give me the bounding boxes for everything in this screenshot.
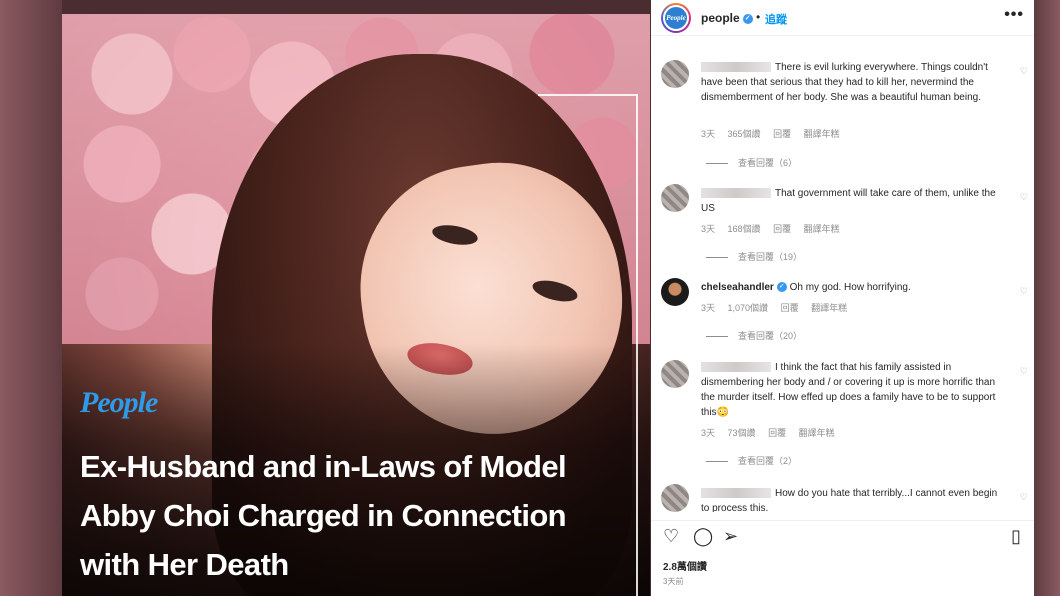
verified-badge-icon: ✓ <box>742 13 753 24</box>
comment-time: 3天 <box>701 224 716 234</box>
post-headline: Ex-Husband and in-Laws of Model Abby Cho… <box>80 449 567 582</box>
comment-likes[interactable]: 73個讚 <box>728 428 756 438</box>
separator-dot: • <box>756 10 761 24</box>
translate-button[interactable]: 翻譯年糕 <box>799 428 835 438</box>
comment-likes[interactable]: 168個讚 <box>728 224 761 234</box>
comment-meta: 3天 365個讚 回覆 翻譯年糕 <box>701 127 850 140</box>
comment-meta: 3天 1,070個讚 回覆 翻譯年糕 <box>701 301 857 314</box>
likes-count[interactable]: 2.8萬個讚 <box>663 558 707 573</box>
share-icon[interactable]: ➢ <box>723 527 738 545</box>
comment-avatar[interactable] <box>661 484 689 512</box>
screen-frame: People Ex-Husband and in-Laws of Model A… <box>0 0 1060 596</box>
comments-list[interactable]: There is evil lurking everywhere. Things… <box>651 36 1034 512</box>
comment-text-block: That government will take care of them, … <box>701 186 1001 216</box>
comment-avatar[interactable] <box>661 278 689 306</box>
comment-like-heart-icon[interactable]: ♡ <box>1020 366 1028 377</box>
comment-avatar[interactable] <box>661 360 689 388</box>
username-text[interactable]: people <box>701 11 740 25</box>
view-replies-label[interactable]: 查看回覆（20） <box>738 331 802 341</box>
reply-button[interactable]: 回覆 <box>781 303 799 313</box>
blurred-username <box>701 488 771 499</box>
reply-button[interactable]: 回覆 <box>768 428 786 438</box>
comment-like-heart-icon[interactable]: ♡ <box>1020 192 1028 203</box>
comment-text-block: chelseahandler ✓ Oh my god. How horrifyin… <box>701 280 1001 295</box>
blurred-username <box>701 62 771 73</box>
comment-meta: 3天 168個讚 回覆 翻譯年糕 <box>701 222 850 235</box>
people-logo: People <box>80 386 158 419</box>
blurred-username <box>701 362 771 373</box>
comment-likes[interactable]: 365個讚 <box>728 129 761 139</box>
avatar-text: People <box>663 5 689 31</box>
view-replies-label[interactable]: 查看回覆（19） <box>738 252 802 262</box>
comment-username[interactable]: chelseahandler <box>701 282 774 293</box>
frame-line-right <box>636 94 638 596</box>
background-right <box>1034 0 1060 596</box>
view-replies-button[interactable]: 查看回覆（6） <box>706 156 797 169</box>
translate-button[interactable]: 翻譯年糕 <box>804 224 840 234</box>
comment-like-heart-icon[interactable]: ♡ <box>1020 286 1028 297</box>
follow-button[interactable]: 追蹤 <box>765 11 787 27</box>
comment-avatar[interactable] <box>661 184 689 212</box>
translate-button[interactable]: 翻譯年糕 <box>811 303 847 313</box>
comment-like-heart-icon[interactable]: ♡ <box>1020 492 1028 503</box>
background-left <box>0 0 62 596</box>
header-username[interactable]: people ✓ <box>701 11 753 25</box>
post-actions-bar: ♡ ◯ ➢ ▯ <box>651 520 1034 550</box>
translate-button[interactable]: 翻譯年糕 <box>804 129 840 139</box>
replies-line <box>706 257 728 259</box>
comment-likes[interactable]: 1,070個讚 <box>728 303 769 313</box>
replies-line <box>706 336 728 338</box>
posted-time: 3天前 <box>663 577 684 586</box>
heart-icon[interactable]: ♡ <box>663 527 679 545</box>
blurred-username <box>701 188 771 199</box>
instagram-post-panel: People people ✓ • 追蹤 ••• There is evil lu… <box>651 0 1034 596</box>
profile-avatar[interactable]: People <box>661 3 691 33</box>
view-replies-label[interactable]: 查看回覆（2） <box>738 456 797 466</box>
comment-avatar[interactable] <box>661 60 689 88</box>
bookmark-icon[interactable]: ▯ <box>1011 527 1021 545</box>
post-image[interactable]: People Ex-Husband and in-Laws of Model A… <box>62 14 650 596</box>
comment-text: Oh my god. How horrifying. <box>789 282 911 293</box>
view-replies-label[interactable]: 查看回覆（6） <box>738 158 797 168</box>
comment-text-block: There is evil lurking everywhere. Things… <box>701 60 1001 105</box>
view-replies-button[interactable]: 查看回覆（2） <box>706 454 797 467</box>
comment-meta: 3天 73個讚 回覆 翻譯年糕 <box>701 426 845 439</box>
comment-text-block: I think the fact that his family assiste… <box>701 360 1001 420</box>
comment-time: 3天 <box>701 129 716 139</box>
replies-line <box>706 461 728 463</box>
comment-icon[interactable]: ◯ <box>693 527 713 545</box>
comment-time: 3天 <box>701 428 716 438</box>
view-replies-button[interactable]: 查看回覆（20） <box>706 329 802 342</box>
post-header: People people ✓ • 追蹤 ••• <box>651 0 1034 36</box>
comment-like-heart-icon[interactable]: ♡ <box>1020 66 1028 77</box>
replies-line <box>706 163 728 165</box>
comment-time: 3天 <box>701 303 716 313</box>
view-replies-button[interactable]: 查看回覆（19） <box>706 250 802 263</box>
more-options-icon[interactable]: ••• <box>1004 6 1024 24</box>
reply-button[interactable]: 回覆 <box>773 224 791 234</box>
frame-line-top <box>538 94 638 96</box>
comment-text-block: How do you hate that terribly...I cannot… <box>701 486 1001 512</box>
verified-badge-icon: ✓ <box>776 282 787 293</box>
reply-button[interactable]: 回覆 <box>773 129 791 139</box>
